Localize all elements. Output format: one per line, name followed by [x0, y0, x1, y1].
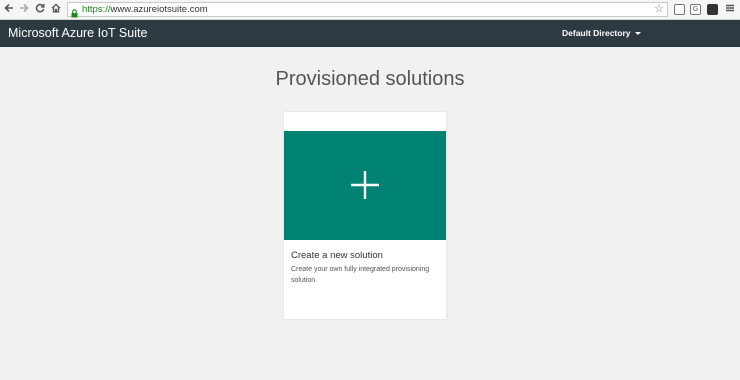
directory-dropdown[interactable]: Default Directory — [562, 20, 641, 47]
home-icon[interactable] — [49, 2, 63, 17]
app-title[interactable]: Microsoft Azure IoT Suite — [8, 20, 147, 47]
url-scheme: https:// — [82, 4, 111, 15]
browser-toolbar: https://www.azureiotsuite.com ☆ G — [0, 0, 740, 20]
reload-icon[interactable] — [33, 2, 47, 17]
extension-g-icon[interactable]: G — [690, 4, 701, 15]
back-icon[interactable] — [2, 2, 16, 17]
create-solution-card[interactable]: Create a new solution Create your own fu… — [284, 112, 446, 319]
address-bar[interactable]: https://www.azureiotsuite.com ☆ — [67, 2, 668, 18]
card-title: Create a new solution — [291, 250, 383, 261]
create-solution-tile[interactable] — [284, 131, 446, 240]
page-title: Provisioned solutions — [275, 68, 465, 90]
cast-icon[interactable] — [674, 4, 685, 15]
card-description: Create your own fully integrated provisi… — [291, 266, 430, 284]
menu-icon[interactable] — [723, 2, 737, 17]
caret-down-icon — [634, 32, 641, 36]
url-text: https://www.azureiotsuite.com — [82, 3, 208, 16]
extension-note-icon[interactable] — [707, 4, 718, 15]
app-header: Microsoft Azure IoT Suite Default Direct… — [0, 20, 740, 47]
plus-icon — [351, 171, 379, 199]
forward-icon[interactable] — [17, 2, 31, 17]
url-host: www.azureiotsuite.com — [110, 4, 208, 15]
directory-label: Default Directory — [562, 28, 631, 38]
star-icon[interactable]: ☆ — [654, 3, 664, 16]
